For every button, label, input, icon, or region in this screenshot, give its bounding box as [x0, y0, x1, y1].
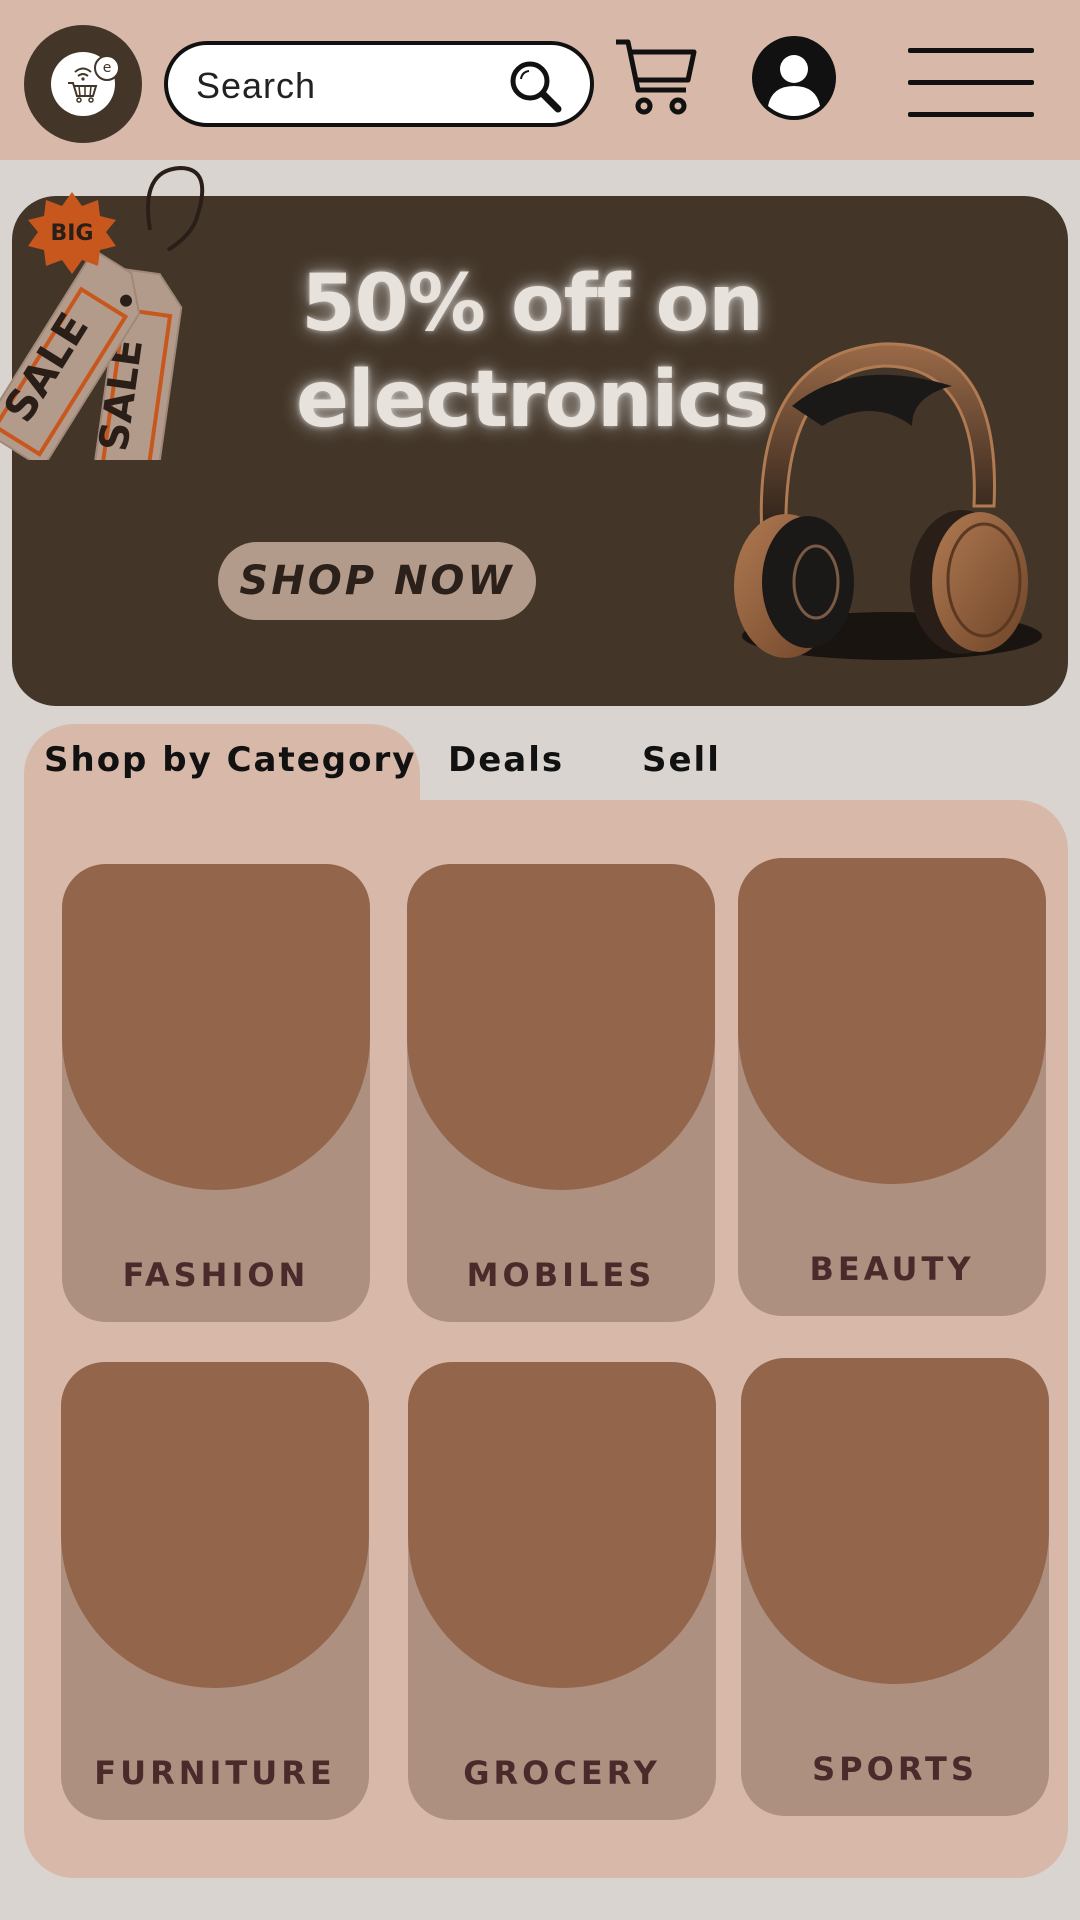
search-placeholder: Search: [196, 65, 317, 106]
category-image: [408, 1362, 716, 1688]
tab-deals[interactable]: Deals: [448, 740, 564, 780]
category-card-fashion[interactable]: FASHION: [62, 864, 370, 1322]
category-card-mobiles[interactable]: MOBILES: [407, 864, 715, 1322]
category-label: FASHION: [122, 1256, 310, 1294]
hamburger-menu-icon[interactable]: [908, 46, 1034, 118]
shop-now-button[interactable]: SHOP NOW: [218, 542, 536, 620]
category-label: MOBILES: [466, 1256, 656, 1294]
category-card-furniture[interactable]: FURNITURE: [61, 1362, 369, 1820]
search-input[interactable]: Search: [164, 41, 594, 127]
headphones-icon: [734, 342, 1042, 660]
top-bar: e Search: [0, 0, 1080, 160]
svg-text:BIG: BIG: [50, 221, 93, 246]
cart-icon[interactable]: [612, 34, 698, 120]
tab-sell[interactable]: Sell: [642, 740, 721, 780]
category-image: [741, 1358, 1049, 1684]
category-card-sports[interactable]: SPORTS: [741, 1358, 1049, 1816]
category-label: GROCERY: [463, 1754, 661, 1792]
user-profile-icon[interactable]: [752, 36, 836, 120]
banner-headline: 50% off on electronics: [295, 259, 769, 445]
category-image: [62, 864, 370, 1190]
sale-tag-icon: SALE SALE BIG: [0, 165, 205, 460]
search-icon[interactable]: [506, 57, 564, 115]
category-image: [738, 858, 1046, 1184]
category-label: FURNITURE: [94, 1754, 336, 1792]
category-image: [407, 864, 715, 1190]
store-logo[interactable]: e: [24, 25, 142, 143]
category-label: SPORTS: [812, 1750, 978, 1788]
logo-badge: e: [94, 55, 120, 81]
category-card-grocery[interactable]: GROCERY: [408, 1362, 716, 1820]
category-label: BEAUTY: [809, 1250, 975, 1288]
category-image: [61, 1362, 369, 1688]
promo-banner[interactable]: SALE SALE BIG 50% off on electronics SHO…: [0, 165, 1068, 706]
tab-shop-by-category[interactable]: Shop by Category: [44, 740, 416, 780]
category-card-beauty[interactable]: BEAUTY: [738, 858, 1046, 1316]
